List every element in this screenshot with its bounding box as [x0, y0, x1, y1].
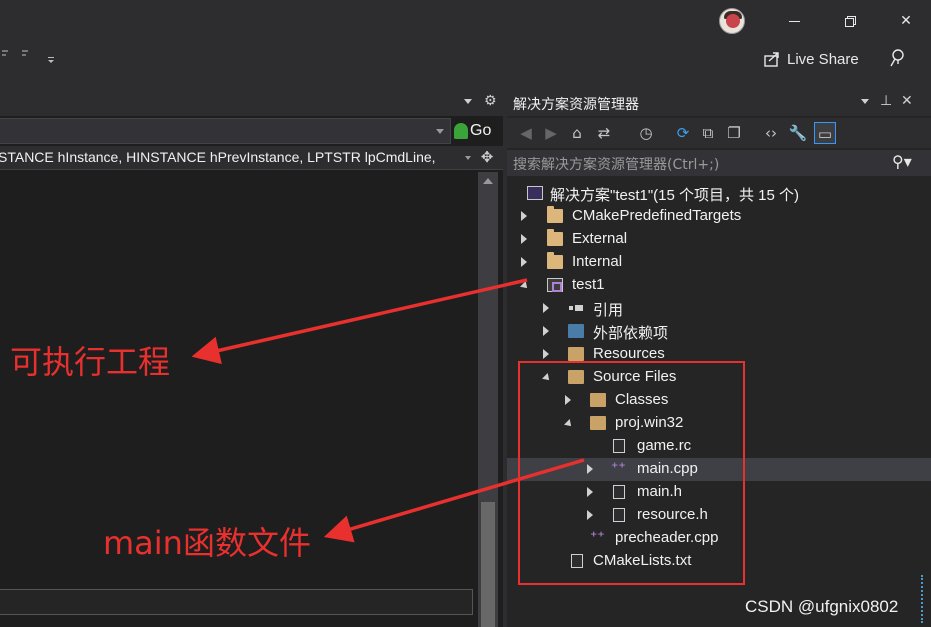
pending-changes-icon[interactable]: ◷: [635, 122, 657, 144]
main-toolbar-overflow: [0, 44, 120, 74]
solution-explorer-header: 解决方案资源管理器 ⊥ ✕: [507, 90, 931, 116]
folder-icon: [547, 229, 563, 246]
live-share-icon: [764, 52, 779, 67]
expand-arrow-icon[interactable]: [543, 349, 549, 359]
properties-icon[interactable]: 🔧: [787, 122, 809, 144]
tree-item-cmakepredefinedtargets[interactable]: CMakePredefinedTargets: [507, 205, 931, 228]
function-signature: STANCE hInstance, HINSTANCE hPrevInstanc…: [0, 149, 436, 165]
switch-views-icon[interactable]: ⇄: [593, 122, 615, 144]
tree-item-test1-project[interactable]: test1: [507, 274, 931, 297]
live-share-button[interactable]: Live Share: [763, 46, 859, 72]
code-view-icon[interactable]: ‹›: [760, 122, 782, 144]
dropdown-arrow-icon[interactable]: [464, 99, 472, 104]
window-position-icon[interactable]: [861, 99, 869, 104]
tree-item-references[interactable]: 引用: [507, 297, 931, 320]
restore-button[interactable]: [836, 8, 866, 34]
back-icon[interactable]: ◀: [515, 122, 537, 144]
solution-explorer-title: 解决方案资源管理器: [513, 97, 639, 113]
minimize-button[interactable]: [780, 8, 810, 34]
tree-item-label: CMakePredefinedTargets: [572, 207, 742, 224]
navigation-combo[interactable]: [0, 118, 451, 144]
toolbar-overflow-icon[interactable]: [0, 44, 60, 70]
folder-icon: [547, 206, 563, 223]
close-panel-icon[interactable]: ✕: [901, 93, 913, 109]
tree-item-label: 外部依赖项: [593, 325, 669, 342]
title-bar: ✕: [0, 0, 931, 44]
go-label: Go: [470, 122, 492, 139]
references-icon: [568, 301, 584, 315]
watermark: CSDN @ufgnix0802: [745, 597, 899, 616]
folder-icon: [547, 252, 563, 269]
editor-header: ⚙: [0, 90, 503, 116]
annotation-main-file: main函数文件: [103, 524, 311, 562]
external-deps-icon: [568, 324, 584, 338]
project-icon: [547, 278, 563, 292]
vertical-scrollbar[interactable]: [478, 172, 498, 627]
expand-arrow-icon[interactable]: [521, 234, 527, 244]
tree-item-label: Internal: [572, 253, 623, 270]
expand-arrow-icon[interactable]: [521, 257, 527, 267]
member-dropdown[interactable]: STANCE hInstance, HINSTANCE hPrevInstanc…: [0, 146, 503, 170]
solution-explorer-toolbar: ◀ ▶ ⌂ ⇄ ◷ ⟳ ⧉ ❐ ‹› 🔧 ▭: [507, 118, 931, 148]
solution-search-input[interactable]: 搜索解决方案资源管理器(Ctrl+;) ⚲▾: [507, 150, 931, 176]
go-icon: [454, 123, 468, 139]
live-share-label: Live Share: [787, 50, 859, 68]
scroll-up-icon[interactable]: [483, 178, 493, 184]
pin-icon[interactable]: ⊥: [880, 93, 892, 109]
collapse-arrow-icon[interactable]: [520, 281, 530, 291]
feedback-icon[interactable]: [888, 48, 908, 68]
tree-item-label: Resources: [593, 345, 665, 362]
expand-arrow-icon[interactable]: [543, 303, 549, 313]
go-button[interactable]: Go: [454, 119, 491, 143]
chevron-down-icon[interactable]: [436, 129, 444, 134]
tree-item-external-dependencies[interactable]: 外部依赖项: [507, 320, 931, 343]
sync-icon[interactable]: ⟳: [672, 122, 694, 144]
tree-item-label: 解决方案"test1"(15 个项目，共 15 个): [550, 187, 800, 204]
tree-item-label: test1: [572, 276, 605, 293]
search-placeholder: 搜索解决方案资源管理器(Ctrl+;): [513, 157, 720, 173]
user-avatar[interactable]: [719, 8, 745, 34]
editor-bottom-field[interactable]: [0, 589, 473, 615]
home-icon[interactable]: ⌂: [566, 122, 588, 144]
preview-selected-icon[interactable]: ▭: [814, 122, 836, 144]
forward-icon[interactable]: ▶: [540, 122, 562, 144]
expand-arrow-icon[interactable]: [521, 211, 527, 221]
tree-item-label: 引用: [593, 302, 624, 319]
scrollbar-thumb[interactable]: [481, 502, 495, 627]
tree-item-label: External: [572, 230, 628, 247]
annotation-highlight-box: [518, 361, 745, 585]
close-window-button[interactable]: ✕: [891, 8, 921, 34]
tree-item-solution[interactable]: 解决方案"test1"(15 个项目，共 15 个): [507, 182, 931, 205]
solution-icon: [527, 186, 543, 200]
search-icon[interactable]: ⚲▾: [892, 152, 912, 171]
collapse-all-icon[interactable]: ⧉: [697, 122, 719, 144]
filter-folder-icon: [568, 347, 584, 361]
show-all-files-icon[interactable]: ❐: [723, 122, 745, 144]
annotation-executable-project: 可执行工程: [10, 343, 171, 381]
tree-item-external[interactable]: External: [507, 228, 931, 251]
resize-grip[interactable]: [921, 575, 929, 623]
gear-icon[interactable]: ⚙: [484, 93, 497, 109]
chevron-down-icon[interactable]: [465, 156, 471, 160]
split-editor-icon[interactable]: ✥: [478, 148, 496, 168]
expand-arrow-icon[interactable]: [543, 326, 549, 336]
tree-item-internal[interactable]: Internal: [507, 251, 931, 274]
